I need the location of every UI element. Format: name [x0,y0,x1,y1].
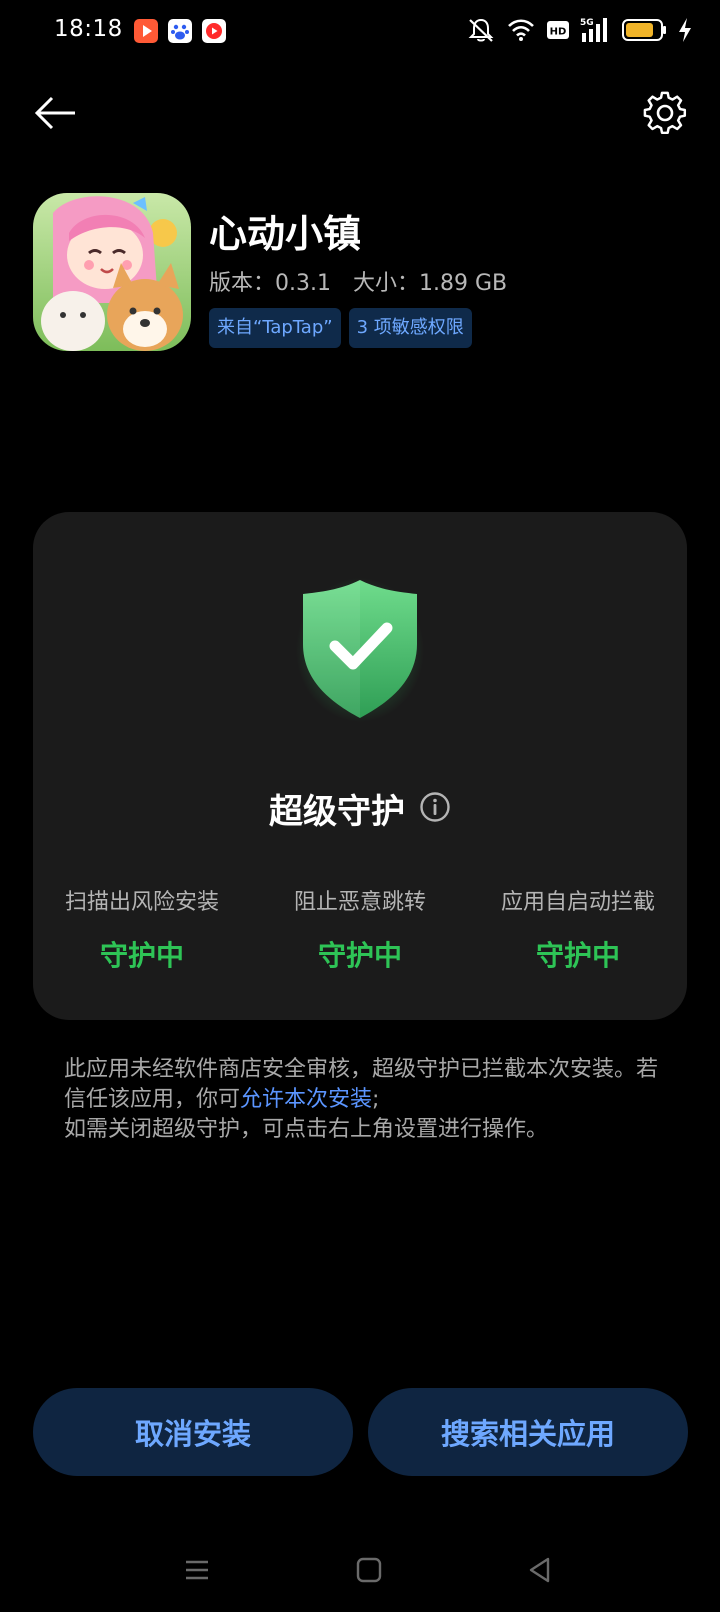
status-icons: HD 5G [466,18,692,46]
settings-button[interactable] [640,90,690,140]
menu-icon[interactable] [175,1548,219,1592]
network-label: 5G [580,18,594,28]
back-arrow-icon [33,95,79,135]
app-size: 大小：1.89 GB [352,271,508,296]
status-bar: 18:18 HD 5G [0,0,720,66]
app-name: 心动小镇 [209,212,362,256]
card-title-row: 超级守护 [33,784,687,833]
info-icon[interactable] [419,791,451,827]
feature-scan-risk: 扫描出风险安装 守护中 [33,884,251,974]
navigation-bar [0,1540,720,1600]
charging-icon [678,17,692,47]
allow-install-link[interactable]: 允许本次安装 [240,1087,372,1112]
feature-block-redirect: 阻止恶意跳转 守护中 [251,884,469,974]
protection-title: 超级守护 [269,792,405,832]
feature-status: 守护中 [535,939,620,972]
notice-part2: ; [372,1087,380,1112]
protection-features: 扫描出风险安装 守护中 阻止恶意跳转 守护中 应用自启动拦截 守护中 [33,884,687,974]
home-icon[interactable] [347,1548,391,1592]
status-time: 18:18 [54,16,123,42]
app-tags: 来自“TapTap” 3 项敏感权限 [209,308,472,348]
app-meta: 版本：0.3.1 大小：1.89 GB [209,265,507,297]
signal-5g-icon: 5G [580,16,612,48]
source-tag[interactable]: 来自“TapTap” [209,308,341,348]
hd-label: HD [550,27,567,38]
search-related-apps-button[interactable]: 搜索相关应用 [368,1388,688,1476]
feature-status: 守护中 [317,939,402,972]
feature-autostart-block: 应用自启动拦截 守护中 [469,884,687,974]
app-version: 版本：0.3.1 [209,271,331,296]
battery-icon [622,17,668,47]
app-header: 心动小镇 版本：0.3.1 大小：1.89 GB 来自“TapTap” 3 项敏… [33,193,693,353]
gear-icon [643,91,687,139]
hd-icon: HD [546,19,570,45]
top-bar [0,80,720,150]
back-triangle-icon[interactable] [518,1548,562,1592]
notice-line3: 如需关闭超级守护，可点击右上角设置进行操作。 [64,1117,549,1142]
baidu-app-icon [168,19,192,43]
shield-check-icon [295,572,425,722]
mute-icon [466,16,496,48]
wifi-icon [506,17,536,47]
permissions-tag[interactable]: 3 项敏感权限 [348,308,472,348]
feature-label: 扫描出风险安装 [64,890,219,915]
protection-card: 超级守护 扫描出风险安装 守护中 阻止恶意跳转 守护中 应用自启动拦截 守护中 [33,512,687,1020]
feature-label: 阻止恶意跳转 [293,890,426,915]
app-icon [33,193,191,351]
back-button[interactable] [28,90,84,140]
record-app-icon [202,19,226,43]
video-app-icon [134,19,158,43]
feature-status: 守护中 [99,939,184,972]
notice-text: 此应用未经软件商店安全审核，超级守护已拦截本次安装。若信任该应用，你可允许本次安… [64,1055,664,1145]
cancel-install-button[interactable]: 取消安装 [33,1388,353,1476]
feature-label: 应用自启动拦截 [500,890,655,915]
